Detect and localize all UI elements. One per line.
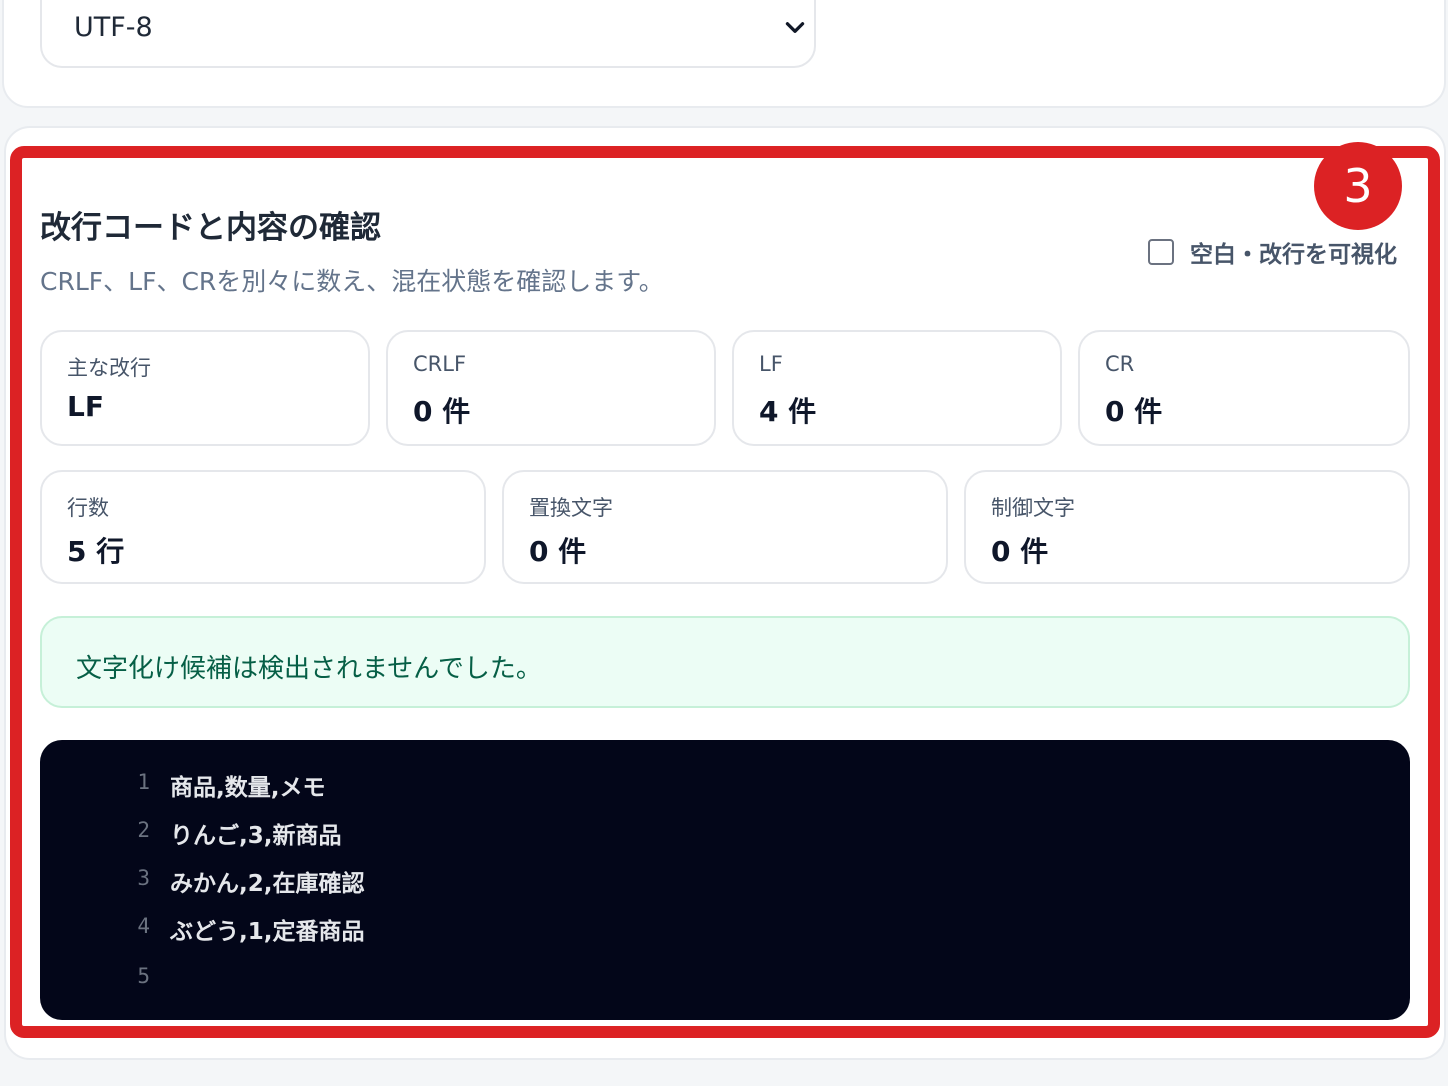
content-preview: 1 商品,数量,メモ 2 りんご,3,新商品 3 みかん,2,在庫確認 4 ぶど… (40, 740, 1410, 1020)
encoding-select[interactable]: UTF-8 (40, 0, 816, 68)
code-line: 3 みかん,2,在庫確認 (40, 858, 1410, 898)
visualize-whitespace-checkbox[interactable] (1148, 239, 1174, 265)
visualize-whitespace-toggle[interactable]: 空白・改行を可視化 (1148, 236, 1397, 268)
line-number: 5 (137, 964, 150, 988)
stat-label: CRLF (413, 352, 467, 376)
mojibake-notice-text: 文字化け候補は検出されませんでした。 (76, 654, 542, 684)
line-number: 4 (137, 914, 150, 938)
stat-value: 0 件 (1105, 395, 1163, 428)
line-number: 2 (137, 818, 150, 842)
stat-control-chars: 制御文字 0 件 (964, 470, 1410, 584)
stat-value: 4 件 (759, 395, 817, 428)
annotation-step-badge: 3 (1314, 142, 1402, 230)
line-text: りんご,3,新商品 (170, 823, 342, 849)
stat-value: 5 行 (67, 535, 125, 568)
stat-crlf: CRLF 0 件 (386, 330, 716, 446)
stat-label: 主な改行 (67, 356, 151, 380)
code-line: 4 ぶどう,1,定番商品 (40, 906, 1410, 946)
stat-main-newline: 主な改行 LF (40, 330, 370, 446)
chevron-down-icon (785, 22, 805, 33)
section-subtitle: CRLF、LF、CRを別々に数え、混在状態を確認します。 (40, 267, 664, 296)
stat-label: 置換文字 (529, 496, 613, 520)
stat-label: CR (1105, 352, 1135, 376)
stat-line-count: 行数 5 行 (40, 470, 486, 584)
line-number: 1 (137, 770, 150, 794)
stat-replacement-chars: 置換文字 0 件 (502, 470, 948, 584)
line-text: ぶどう,1,定番商品 (170, 919, 365, 945)
visualize-whitespace-label: 空白・改行を可視化 (1190, 242, 1397, 268)
code-line: 2 りんご,3,新商品 (40, 810, 1410, 850)
stat-value: 0 件 (413, 395, 471, 428)
line-text: みかん,2,在庫確認 (170, 871, 365, 897)
stat-lf: LF 4 件 (732, 330, 1062, 446)
code-line: 5 (40, 956, 1410, 996)
mojibake-notice: 文字化け候補は検出されませんでした。 (40, 616, 1410, 708)
stat-cr: CR 0 件 (1078, 330, 1410, 446)
code-line: 1 商品,数量,メモ (40, 762, 1410, 802)
line-number: 3 (137, 866, 150, 890)
section-title: 改行コードと内容の確認 (40, 210, 381, 246)
stat-label: 制御文字 (991, 496, 1075, 520)
stat-label: LF (759, 352, 783, 376)
stat-label: 行数 (67, 496, 109, 520)
stat-value: 0 件 (991, 535, 1049, 568)
stat-value: LF (67, 390, 104, 423)
line-text: 商品,数量,メモ (170, 775, 326, 801)
encoding-select-value: UTF-8 (74, 12, 153, 43)
stat-value: 0 件 (529, 535, 587, 568)
